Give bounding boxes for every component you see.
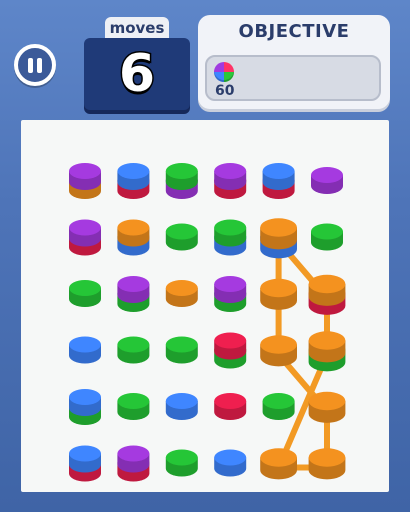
disc-purple-r2c3[interactable] bbox=[214, 276, 247, 303]
disc-green-r3c2[interactable] bbox=[165, 336, 198, 364]
moves-value: 6 bbox=[117, 43, 156, 106]
disc-orange-r5c5[interactable] bbox=[308, 448, 346, 480]
disc-blue-r0c1[interactable] bbox=[117, 163, 150, 190]
disc-orange-r2c5[interactable] bbox=[308, 274, 346, 306]
board-canvas bbox=[69, 163, 346, 482]
disc-purple-r1c0[interactable] bbox=[69, 219, 101, 247]
disc-orange-r1c4[interactable] bbox=[260, 218, 297, 250]
disc-purple-r0c3[interactable] bbox=[214, 163, 247, 190]
moves-label: moves bbox=[105, 17, 169, 39]
disc-orange-r3c5[interactable] bbox=[308, 331, 346, 363]
disc-green-r2c0[interactable] bbox=[69, 280, 101, 307]
disc-blue-r0c4[interactable] bbox=[262, 163, 295, 190]
disc-orange-r2c4[interactable] bbox=[260, 278, 297, 310]
disc-red-r4c3[interactable] bbox=[214, 393, 247, 420]
disc-purple-r0c0[interactable] bbox=[69, 163, 101, 190]
game-board bbox=[21, 120, 389, 492]
disc-purple-r0c5[interactable] bbox=[311, 167, 343, 194]
disc-blue-r4c2[interactable] bbox=[165, 393, 198, 420]
disc-green-r1c3[interactable] bbox=[214, 219, 247, 247]
disc-green-r4c4[interactable] bbox=[262, 393, 295, 420]
disc-blue-r5c3[interactable] bbox=[214, 449, 247, 477]
disc-green-r0c2[interactable] bbox=[165, 163, 198, 190]
disc-orange-r2c2[interactable] bbox=[165, 280, 198, 307]
disc-green-r1c5[interactable] bbox=[311, 223, 343, 251]
disc-blue-r4c0[interactable] bbox=[69, 389, 101, 416]
objective-progress: 60 bbox=[205, 55, 381, 101]
pause-button[interactable] bbox=[14, 44, 56, 86]
objective-panel: OBJECTIVE 60 bbox=[198, 15, 390, 109]
disc-orange-r4c5[interactable] bbox=[308, 391, 346, 423]
disc-blue-r3c0[interactable] bbox=[69, 336, 101, 364]
disc-green-r5c2[interactable] bbox=[165, 449, 198, 477]
disc-green-r1c2[interactable] bbox=[165, 223, 198, 251]
moves-counter: 6 bbox=[84, 38, 190, 110]
objective-count: 60 bbox=[215, 83, 235, 99]
multicolor-ball-icon bbox=[214, 62, 234, 82]
disc-orange-r5c4[interactable] bbox=[260, 448, 297, 480]
disc-green-r4c1[interactable] bbox=[117, 393, 150, 420]
disc-orange-r1c1[interactable] bbox=[117, 219, 150, 247]
objective-title: OBJECTIVE bbox=[238, 21, 350, 42]
disc-orange-r3c4[interactable] bbox=[260, 335, 297, 367]
pause-icon bbox=[28, 57, 33, 73]
disc-purple-r2c1[interactable] bbox=[117, 276, 150, 303]
disc-purple-r5c1[interactable] bbox=[117, 445, 150, 473]
disc-blue-r5c0[interactable] bbox=[69, 445, 101, 473]
disc-red-r3c3[interactable] bbox=[214, 332, 247, 360]
disc-green-r3c1[interactable] bbox=[117, 336, 150, 364]
